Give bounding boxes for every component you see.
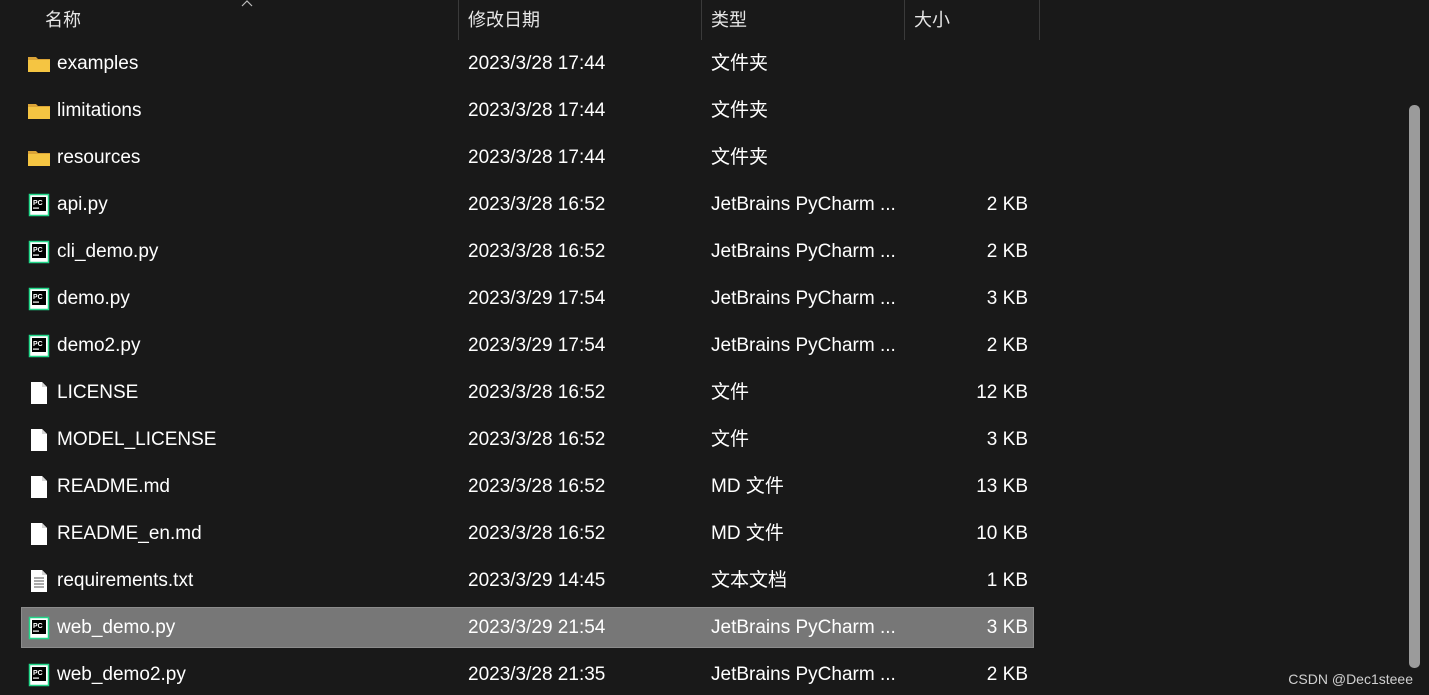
column-header-type[interactable]: 类型 xyxy=(701,0,904,40)
file-row[interactable]: MODEL_LICENSE 2023/3/28 16:52 文件 3 KB xyxy=(22,420,1033,459)
file-name: web_demo2.py xyxy=(57,664,186,685)
file-row[interactable]: README.md 2023/3/28 16:52 MD 文件 13 KB xyxy=(22,467,1033,506)
file-name: demo.py xyxy=(57,288,130,309)
file-modified-date: 2023/3/29 14:45 xyxy=(468,570,606,591)
file-modified-date: 2023/3/28 17:44 xyxy=(468,53,606,74)
vertical-scrollbar[interactable] xyxy=(1409,105,1420,668)
file-modified-date: 2023/3/29 17:54 xyxy=(468,288,606,309)
pycharm-icon: PC xyxy=(27,240,51,264)
file-name: resources xyxy=(57,147,141,168)
file-row[interactable]: examples 2023/3/28 17:44 文件夹 xyxy=(22,44,1033,83)
file-modified-date: 2023/3/28 16:52 xyxy=(468,429,606,450)
folder-icon xyxy=(27,99,51,123)
watermark: CSDN @Dec1steee xyxy=(1288,671,1413,687)
file-name: web_demo.py xyxy=(57,617,176,638)
file-row[interactable]: PC demo2.py 2023/3/29 17:54 JetBrains PyCha… xyxy=(22,326,1033,365)
file-type: JetBrains PyCharm ... xyxy=(711,241,896,262)
file-icon xyxy=(27,428,51,452)
file-modified-date: 2023/3/28 16:52 xyxy=(468,241,606,262)
file-name: demo2.py xyxy=(57,335,141,356)
file-name: limitations xyxy=(57,100,142,121)
file-type: JetBrains PyCharm ... xyxy=(711,664,896,685)
file-type: MD 文件 xyxy=(711,476,784,497)
file-size: 10 KB xyxy=(976,523,1028,544)
column-divider[interactable] xyxy=(1039,0,1040,40)
file-icon xyxy=(27,381,51,405)
sort-ascending-icon xyxy=(241,0,253,7)
file-modified-date: 2023/3/29 17:54 xyxy=(468,335,606,356)
pycharm-icon: PC xyxy=(27,663,51,687)
file-type: MD 文件 xyxy=(711,523,784,544)
file-row[interactable]: PC web_demo.py 2023/3/29 21:54 JetBrains Py… xyxy=(21,607,1034,648)
file-row[interactable]: PC demo.py 2023/3/29 17:54 JetBrains PyChar… xyxy=(22,279,1033,318)
file-name: cli_demo.py xyxy=(57,241,159,262)
pycharm-icon: PC xyxy=(27,287,51,311)
file-row[interactable]: PC api.py 2023/3/28 16:52 JetBrains PyCharm… xyxy=(22,185,1033,224)
file-size: 1 KB xyxy=(986,570,1028,591)
file-name: README_en.md xyxy=(57,523,202,544)
file-type: JetBrains PyCharm ... xyxy=(711,335,896,356)
file-size: 3 KB xyxy=(986,429,1028,450)
file-name: MODEL_LICENSE xyxy=(57,429,217,450)
pycharm-icon: PC xyxy=(27,334,51,358)
file-modified-date: 2023/3/28 16:52 xyxy=(468,382,606,403)
file-row[interactable]: limitations 2023/3/28 17:44 文件夹 xyxy=(22,91,1033,130)
column-header-size[interactable]: 大小 xyxy=(904,0,1039,40)
svg-text:PC: PC xyxy=(33,247,43,254)
file-type: 文件夹 xyxy=(711,147,769,168)
file-type: JetBrains PyCharm ... xyxy=(711,617,896,638)
file-modified-date: 2023/3/28 17:44 xyxy=(468,147,606,168)
svg-text:PC: PC xyxy=(33,341,43,348)
file-row[interactable]: resources 2023/3/28 17:44 文件夹 xyxy=(22,138,1033,177)
file-row[interactable]: README_en.md 2023/3/28 16:52 MD 文件 10 KB xyxy=(22,514,1033,553)
svg-text:PC: PC xyxy=(33,623,43,630)
scrollbar-thumb[interactable] xyxy=(1409,105,1420,668)
file-modified-date: 2023/3/28 16:52 xyxy=(468,476,606,497)
pycharm-icon: PC xyxy=(27,616,51,640)
pycharm-icon: PC xyxy=(27,193,51,217)
svg-text:PC: PC xyxy=(33,670,43,677)
file-size: 13 KB xyxy=(976,476,1028,497)
file-name: requirements.txt xyxy=(57,570,194,591)
file-size: 3 KB xyxy=(986,288,1028,309)
file-row[interactable]: LICENSE 2023/3/28 16:52 文件 12 KB xyxy=(22,373,1033,412)
file-size: 3 KB xyxy=(986,617,1028,638)
column-header-date[interactable]: 修改日期 xyxy=(458,0,701,40)
file-modified-date: 2023/3/28 16:52 xyxy=(468,523,606,544)
column-header: 名称 修改日期 类型 大小 xyxy=(0,0,1429,40)
folder-icon xyxy=(27,52,51,76)
file-modified-date: 2023/3/29 21:54 xyxy=(468,617,606,638)
file-row[interactable]: PC web_demo2.py 2023/3/28 21:35 JetBrains P… xyxy=(22,655,1033,694)
file-icon xyxy=(27,522,51,546)
file-modified-date: 2023/3/28 16:52 xyxy=(468,194,606,215)
file-type: 文件 xyxy=(711,382,750,403)
file-size: 2 KB xyxy=(986,194,1028,215)
file-type: JetBrains PyCharm ... xyxy=(711,288,896,309)
file-icon xyxy=(27,475,51,499)
text-file-icon xyxy=(27,569,51,593)
file-name: api.py xyxy=(57,194,108,215)
file-name: README.md xyxy=(57,476,170,497)
file-size: 2 KB xyxy=(986,664,1028,685)
file-type: JetBrains PyCharm ... xyxy=(711,194,896,215)
file-type: 文件夹 xyxy=(711,100,769,121)
file-size: 2 KB xyxy=(986,241,1028,262)
folder-icon xyxy=(27,146,51,170)
file-size: 12 KB xyxy=(976,382,1028,403)
file-modified-date: 2023/3/28 17:44 xyxy=(468,100,606,121)
file-row[interactable]: requirements.txt 2023/3/29 14:45 文本文档 1 KB xyxy=(22,561,1033,600)
file-name: examples xyxy=(57,53,139,74)
file-type: 文件 xyxy=(711,429,750,450)
file-name: LICENSE xyxy=(57,382,139,403)
file-size: 2 KB xyxy=(986,335,1028,356)
file-type: 文件夹 xyxy=(711,53,769,74)
svg-text:PC: PC xyxy=(33,294,43,301)
svg-text:PC: PC xyxy=(33,200,43,207)
file-type: 文本文档 xyxy=(711,570,788,591)
file-row[interactable]: PC cli_demo.py 2023/3/28 16:52 JetBrains Py… xyxy=(22,232,1033,271)
file-modified-date: 2023/3/28 21:35 xyxy=(468,664,606,685)
